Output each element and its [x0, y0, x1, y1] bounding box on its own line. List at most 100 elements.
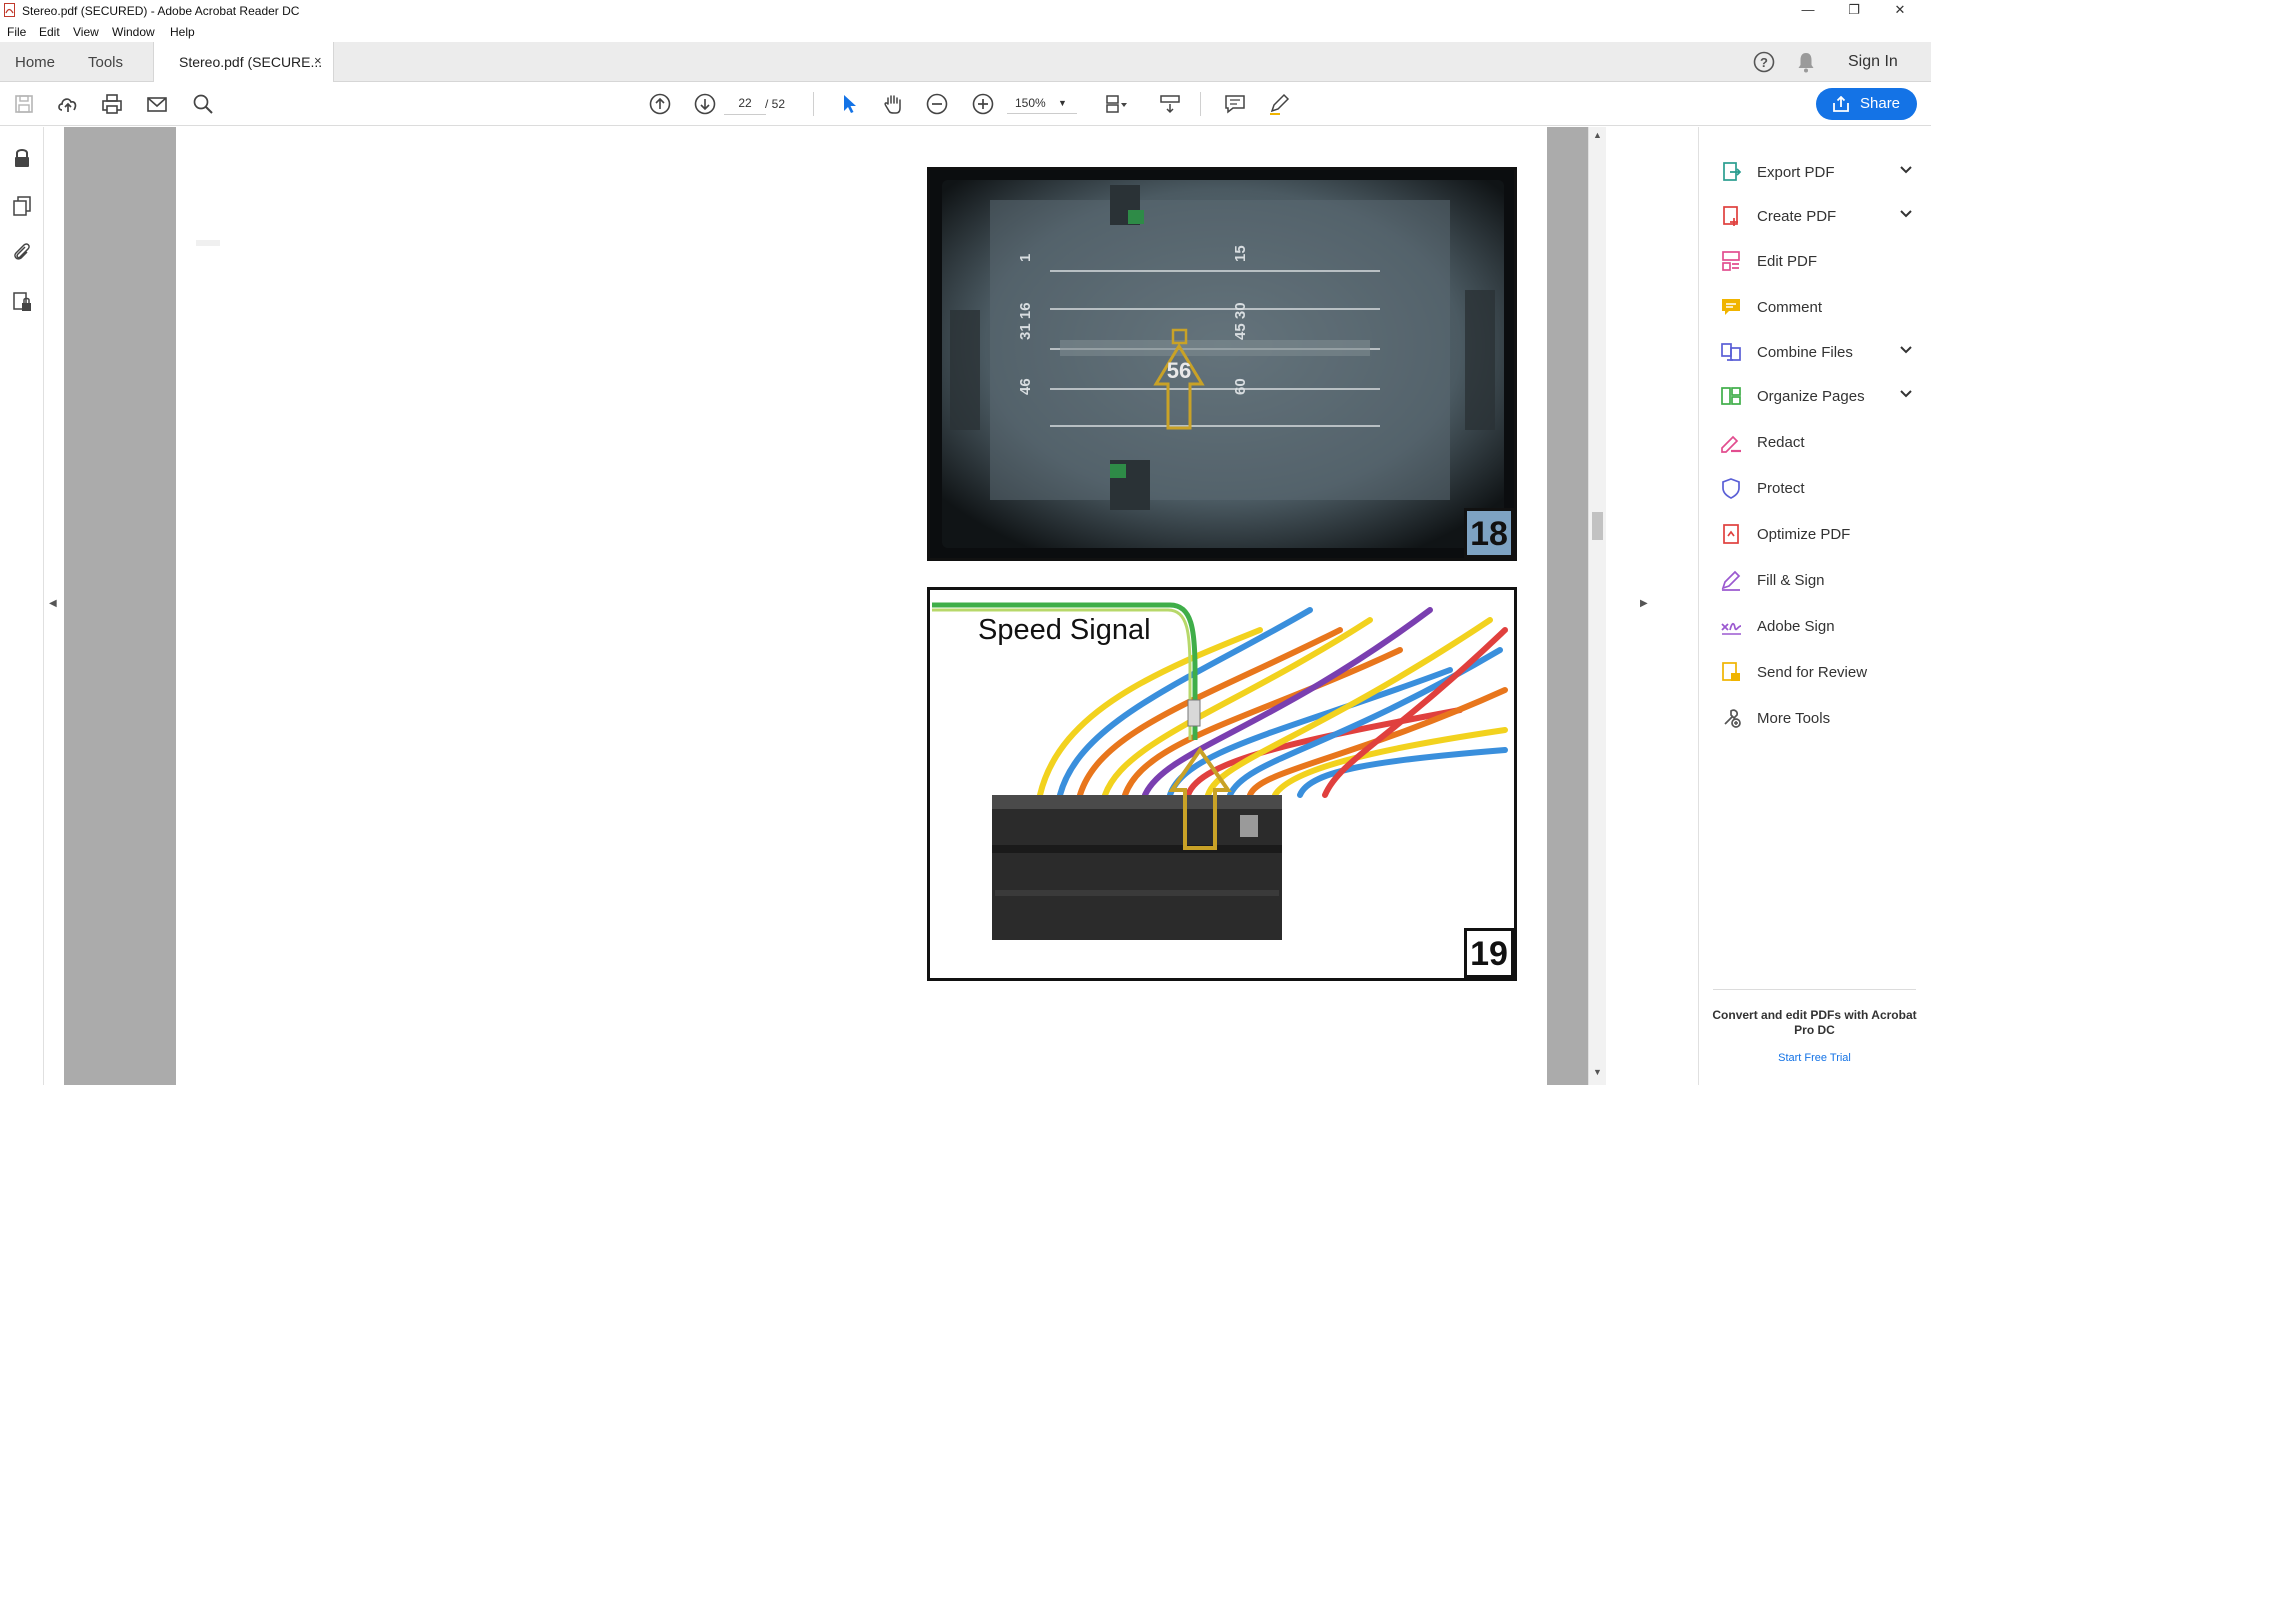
tool-label: Redact	[1757, 434, 1805, 451]
zoom-out-icon[interactable]	[924, 91, 950, 117]
menu-edit[interactable]: Edit	[39, 25, 60, 39]
restore-button[interactable]: ❐	[1831, 0, 1877, 21]
tool-send-review[interactable]: Send for Review	[1719, 657, 1919, 687]
scroll-down-arrow-icon[interactable]: ▼	[1593, 1067, 1602, 1077]
window-title: Stereo.pdf (SECURED) - Adobe Acrobat Rea…	[22, 4, 300, 18]
svg-text:?: ?	[1760, 55, 1768, 70]
vertical-scrollbar[interactable]: ▲ ▼	[1588, 127, 1606, 1085]
close-tab-button[interactable]: ×	[314, 53, 322, 68]
share-button[interactable]: Share	[1816, 88, 1917, 120]
start-free-trial-link[interactable]: Start Free Trial	[1709, 1052, 1920, 1064]
acrobat-app-icon	[4, 3, 15, 17]
tool-label: Fill & Sign	[1757, 572, 1825, 589]
tool-export-pdf[interactable]: Export PDF	[1719, 157, 1919, 187]
page-number-input[interactable]: 22	[724, 92, 766, 115]
scrollbar-thumb[interactable]	[1592, 512, 1603, 540]
page-gutter-right	[1547, 127, 1588, 1085]
upload-cloud-icon[interactable]	[55, 91, 81, 117]
tool-label: Protect	[1757, 480, 1805, 497]
page-gutter-left	[64, 127, 176, 1085]
wire-harness-image	[930, 590, 1514, 978]
chevron-down-icon[interactable]	[1898, 206, 1914, 222]
tool-organize-pages[interactable]: Organize Pages	[1719, 381, 1919, 411]
figure-18-connector-photo: 1 15 31 16 45 30 46 60 56 18	[927, 167, 1517, 561]
chevron-down-icon[interactable]	[1898, 386, 1914, 402]
figure-19-wire-harness: Speed Signal 19	[927, 587, 1517, 981]
sign-in-link[interactable]: Sign In	[1848, 53, 1898, 71]
scroll-mode-icon[interactable]	[1157, 91, 1183, 117]
chevron-down-icon[interactable]	[1898, 342, 1914, 358]
connector-pins-image: 1 15 31 16 45 30 46 60 56	[930, 170, 1514, 558]
tab-document[interactable]: Stereo.pdf (SECURE... ×	[153, 42, 334, 82]
combine-files-icon	[1721, 343, 1741, 361]
tool-edit-pdf[interactable]: Edit PDF	[1719, 246, 1919, 276]
collapse-left-pane-icon[interactable]: ◀	[49, 598, 57, 609]
tool-label: Create PDF	[1757, 208, 1837, 225]
tool-label: Edit PDF	[1757, 253, 1818, 270]
tool-combine-files[interactable]: Combine Files	[1719, 337, 1919, 367]
pin-label-1: 1	[1017, 254, 1034, 262]
pin-56-label: 56	[1167, 358, 1191, 383]
tab-tools[interactable]: Tools	[88, 54, 123, 71]
tab-home[interactable]: Home	[15, 54, 55, 71]
protect-icon	[1722, 478, 1740, 499]
pin-label-31-16: 31 16	[1017, 302, 1034, 340]
select-cursor-icon[interactable]	[836, 91, 862, 117]
comment-icon	[1722, 299, 1740, 315]
acrobat-window: Stereo.pdf (SECURED) - Adobe Acrobat Rea…	[0, 0, 1931, 1085]
figure-number-18: 18	[1464, 508, 1514, 558]
print-icon[interactable]	[99, 91, 125, 117]
hand-pan-icon[interactable]	[880, 91, 906, 117]
pdf-page: 1 15 31 16 45 30 46 60 56 18 Speed Signa…	[176, 127, 1547, 1085]
comment-tool-icon[interactable]	[1222, 91, 1248, 117]
pin-label-46: 46	[1017, 378, 1034, 395]
close-window-button[interactable]: ✕	[1877, 0, 1923, 21]
document-viewer[interactable]: 1 15 31 16 45 30 46 60 56 18 Speed Signa…	[44, 127, 1661, 1085]
email-icon[interactable]	[144, 91, 170, 117]
highlight-pen-icon[interactable]	[1266, 91, 1292, 117]
tool-label: Send for Review	[1757, 664, 1868, 681]
pin-label-15: 15	[1232, 245, 1249, 262]
zoom-dropdown-caret-icon[interactable]: ▼	[1058, 98, 1067, 108]
scroll-up-arrow-icon[interactable]: ▲	[1593, 130, 1602, 140]
toolbar-divider	[1200, 92, 1201, 116]
tool-label: Optimize PDF	[1757, 526, 1851, 543]
lock-icon[interactable]	[9, 145, 35, 171]
menu-file[interactable]: File	[7, 25, 26, 39]
organize-pages-icon	[1721, 387, 1741, 405]
find-search-icon[interactable]	[190, 91, 216, 117]
attachments-paperclip-icon[interactable]	[9, 239, 35, 265]
menu-help[interactable]: Help	[170, 25, 195, 39]
tool-label: Adobe Sign	[1757, 618, 1835, 635]
left-navigation-rail	[0, 127, 44, 1085]
chevron-down-icon[interactable]	[1898, 162, 1914, 178]
next-page-icon[interactable]	[692, 91, 718, 117]
notifications-bell-icon[interactable]	[1794, 50, 1818, 74]
page-thumbnails-icon[interactable]	[9, 193, 35, 219]
minimize-button[interactable]: —	[1785, 0, 1831, 21]
tool-adobe-sign[interactable]: Adobe Sign	[1719, 611, 1919, 641]
toolbar-divider	[813, 92, 814, 116]
previous-page-icon[interactable]	[647, 91, 673, 117]
adobe-sign-icon	[1721, 622, 1742, 635]
menu-window[interactable]: Window	[112, 25, 155, 39]
collapse-right-pane-icon[interactable]: ▶	[1640, 598, 1648, 609]
tool-more-tools[interactable]: More Tools	[1719, 703, 1919, 733]
tools-panel: Export PDF Create PDF Edit PDF Comment Combi…	[1698, 127, 1931, 1085]
security-document-icon[interactable]	[9, 289, 35, 315]
help-icon[interactable]: ?	[1752, 50, 1776, 74]
menu-view[interactable]: View	[73, 25, 99, 39]
speed-signal-caption: Speed Signal	[978, 614, 1151, 646]
export-pdf-icon	[1723, 162, 1742, 181]
save-icon[interactable]	[11, 91, 37, 117]
tool-optimize-pdf[interactable]: Optimize PDF	[1719, 519, 1919, 549]
tool-create-pdf[interactable]: Create PDF	[1719, 201, 1919, 231]
tool-fill-sign[interactable]: Fill & Sign	[1719, 565, 1919, 595]
promo-divider	[1713, 989, 1916, 990]
zoom-in-icon[interactable]	[970, 91, 996, 117]
tool-redact[interactable]: Redact	[1719, 427, 1919, 457]
figure-number-19: 19	[1464, 928, 1514, 978]
page-layout-icon[interactable]	[1103, 91, 1129, 117]
tool-protect[interactable]: Protect	[1719, 473, 1919, 503]
tool-comment[interactable]: Comment	[1719, 292, 1919, 322]
